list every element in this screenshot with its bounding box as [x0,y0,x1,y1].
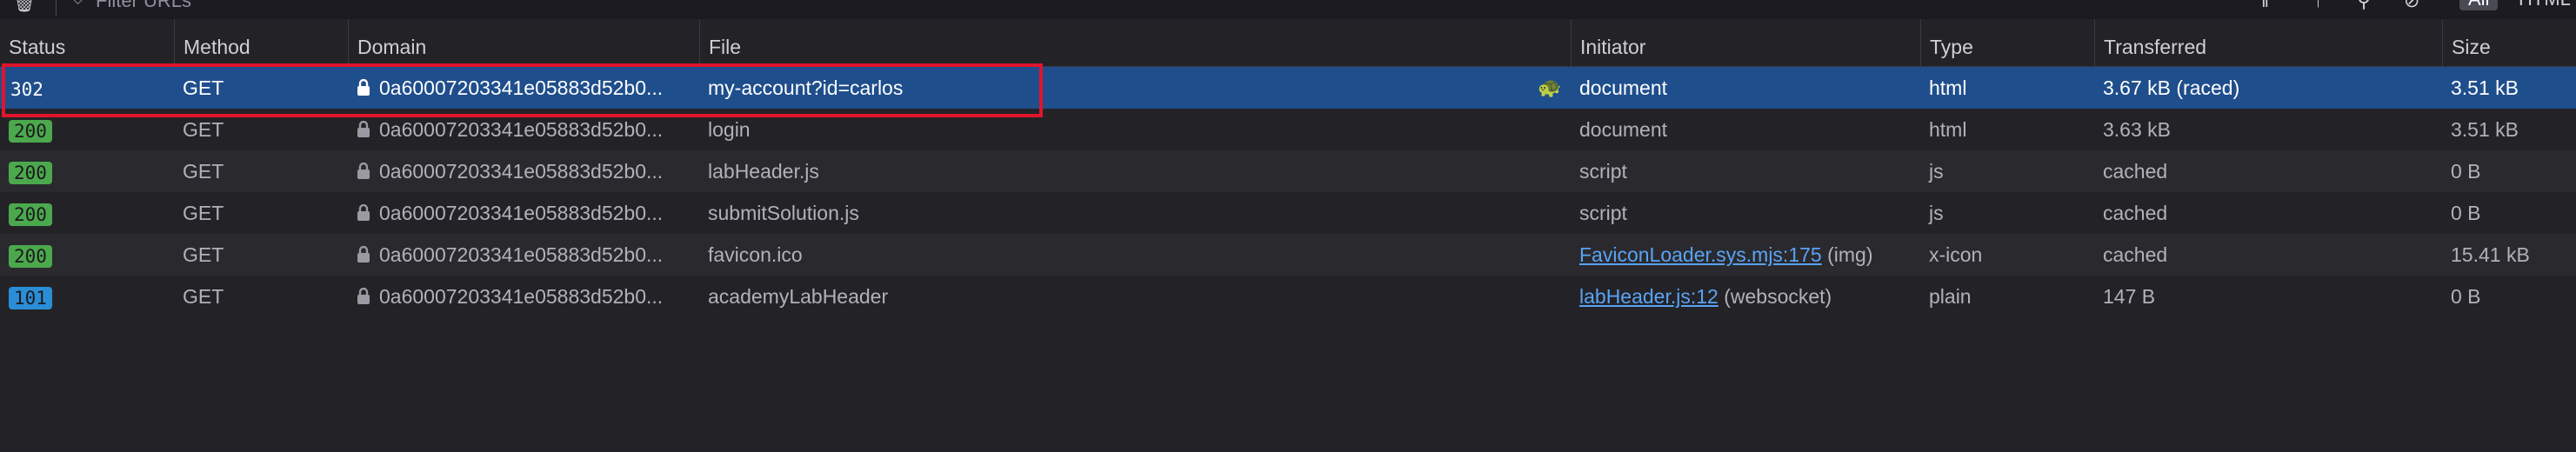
method-cell: GET [183,118,224,141]
type-cell: x-icon [1929,243,1983,266]
domain-cell: 0a60007203341e05883d52b0... [348,234,699,276]
status-cell: 200 [0,192,174,234]
toolbar-divider [56,0,57,16]
network-toolbar: 🗑 ⌵ Filter URLs ‖ ↑ ⚲ ⊘ All HTML [0,0,2576,20]
upload-icon[interactable]: ↑ [2313,0,2323,12]
size-cell: 0 B [2451,285,2481,308]
column-header-size[interactable]: Size [2442,19,2576,66]
lock-icon [357,120,370,137]
transferred-cell: 147 B [2103,285,2156,308]
initiator-cell: script [1579,160,1627,183]
transferred-cell: 3.67 kB (raced) [2103,76,2240,99]
column-header-status[interactable]: Status [0,19,174,66]
type-cell: plain [1929,285,1972,308]
status-cell: 200 [0,234,174,276]
size-cell: 0 B [2451,202,2481,224]
trash-icon[interactable]: 🗑 [12,0,42,14]
transferred-cell: cached [2103,160,2168,183]
initiator-cell: labHeader.js:12 (websocket) [1571,276,1920,317]
lock-icon [357,287,370,304]
type-cell: js [1929,202,1944,224]
size-cell: 3.51 kB [2451,118,2519,141]
transferred-cell: 3.63 kB [2103,118,2171,141]
empty-table-area [0,318,2576,452]
domain-text: 0a60007203341e05883d52b0... [379,76,664,99]
domain-text: 0a60007203341e05883d52b0... [379,285,664,308]
file-cell: favicon.ico [708,243,803,266]
pause-icon[interactable]: ‖ [2261,0,2269,12]
type-cell: html [1929,76,1967,99]
request-table-header: Status Method Domain File Initiator Type… [0,19,2576,67]
file-cell: submitSolution.js [708,202,859,224]
column-header-method[interactable]: Method [174,19,348,66]
status-badge: 200 [9,161,52,184]
table-row[interactable]: 200 GET 0a60007203341e05883d52b0... logi… [0,109,2576,150]
column-header-domain[interactable]: Domain [348,19,699,66]
domain-text: 0a60007203341e05883d52b0... [379,160,664,183]
column-header-file[interactable]: File [699,19,1571,66]
table-row[interactable]: 200 GET 0a60007203341e05883d52b0... labH… [0,150,2576,192]
slow-request-turtle-icon: 🐢 [1538,76,1562,98]
lock-icon [357,203,370,221]
method-cell: GET [183,76,224,99]
status-cell: 302 [0,67,174,109]
column-header-type[interactable]: Type [1920,19,2094,66]
transferred-cell: cached [2103,243,2168,266]
table-row[interactable]: 302 GET 0a60007203341e05883d52b0... my-a… [0,67,2576,109]
domain-cell: 0a60007203341e05883d52b0... [348,150,699,192]
method-cell: GET [183,160,224,183]
status-badge: 200 [9,244,52,268]
size-cell: 3.51 kB [2451,76,2519,99]
status-badge: 302 [10,78,43,100]
file-cell: academyLabHeader [708,285,889,308]
lock-icon [357,162,370,179]
type-cell: html [1929,118,1967,141]
table-row[interactable]: 200 GET 0a60007203341e05883d52b0... subm… [0,192,2576,234]
domain-text: 0a60007203341e05883d52b0... [379,118,664,141]
transferred-cell: cached [2103,202,2168,224]
initiator-cell: document [1579,118,1668,141]
method-cell: GET [183,285,224,308]
domain-text: 0a60007203341e05883d52b0... [379,243,664,266]
initiator-cell: document [1579,76,1668,99]
initiator-suffix: (websocket) [1718,285,1832,308]
status-badge: 200 [9,119,52,143]
filter-urls-input[interactable]: Filter URLs [96,0,191,12]
status-badge: 101 [9,286,52,309]
column-header-transferred[interactable]: Transferred [2094,19,2442,66]
domain-cell: 0a60007203341e05883d52b0... [348,192,699,234]
type-cell: js [1929,160,1944,183]
status-cell: 200 [0,150,174,192]
file-cell: login [708,118,751,141]
file-cell: labHeader.js [708,160,819,183]
domain-cell: 0a60007203341e05883d52b0... [348,67,699,109]
method-cell: GET [183,202,224,224]
lock-icon [357,78,370,96]
search-icon[interactable]: ⚲ [2357,0,2371,12]
table-row[interactable]: 101 GET 0a60007203341e05883d52b0... acad… [0,276,2576,317]
initiator-link[interactable]: FaviconLoader.sys.mjs:175 [1579,243,1822,266]
size-cell: 0 B [2451,160,2481,183]
filter-html-button[interactable]: HTML [2510,0,2576,10]
initiator-cell: FaviconLoader.sys.mjs:175 (img) [1571,234,1920,276]
domain-cell: 0a60007203341e05883d52b0... [348,109,699,150]
status-cell: 200 [0,109,174,150]
status-cell: 101 [0,276,174,317]
initiator-suffix: (img) [1821,243,1873,266]
filter-icon: ⌵ [71,0,84,10]
table-row[interactable]: 200 GET 0a60007203341e05883d52b0... favi… [0,234,2576,276]
column-header-initiator[interactable]: Initiator [1571,19,1920,66]
initiator-link[interactable]: labHeader.js:12 [1579,285,1718,308]
lock-icon [357,245,370,263]
domain-text: 0a60007203341e05883d52b0... [379,202,664,224]
block-icon[interactable]: ⊘ [2404,0,2419,12]
status-badge: 200 [9,203,52,226]
method-cell: GET [183,243,224,266]
initiator-cell: script [1579,202,1627,224]
filter-all-button[interactable]: All [2459,0,2499,10]
domain-cell: 0a60007203341e05883d52b0... [348,276,699,317]
size-cell: 15.41 kB [2451,243,2530,266]
file-cell: my-account?id=carlos [708,76,904,99]
